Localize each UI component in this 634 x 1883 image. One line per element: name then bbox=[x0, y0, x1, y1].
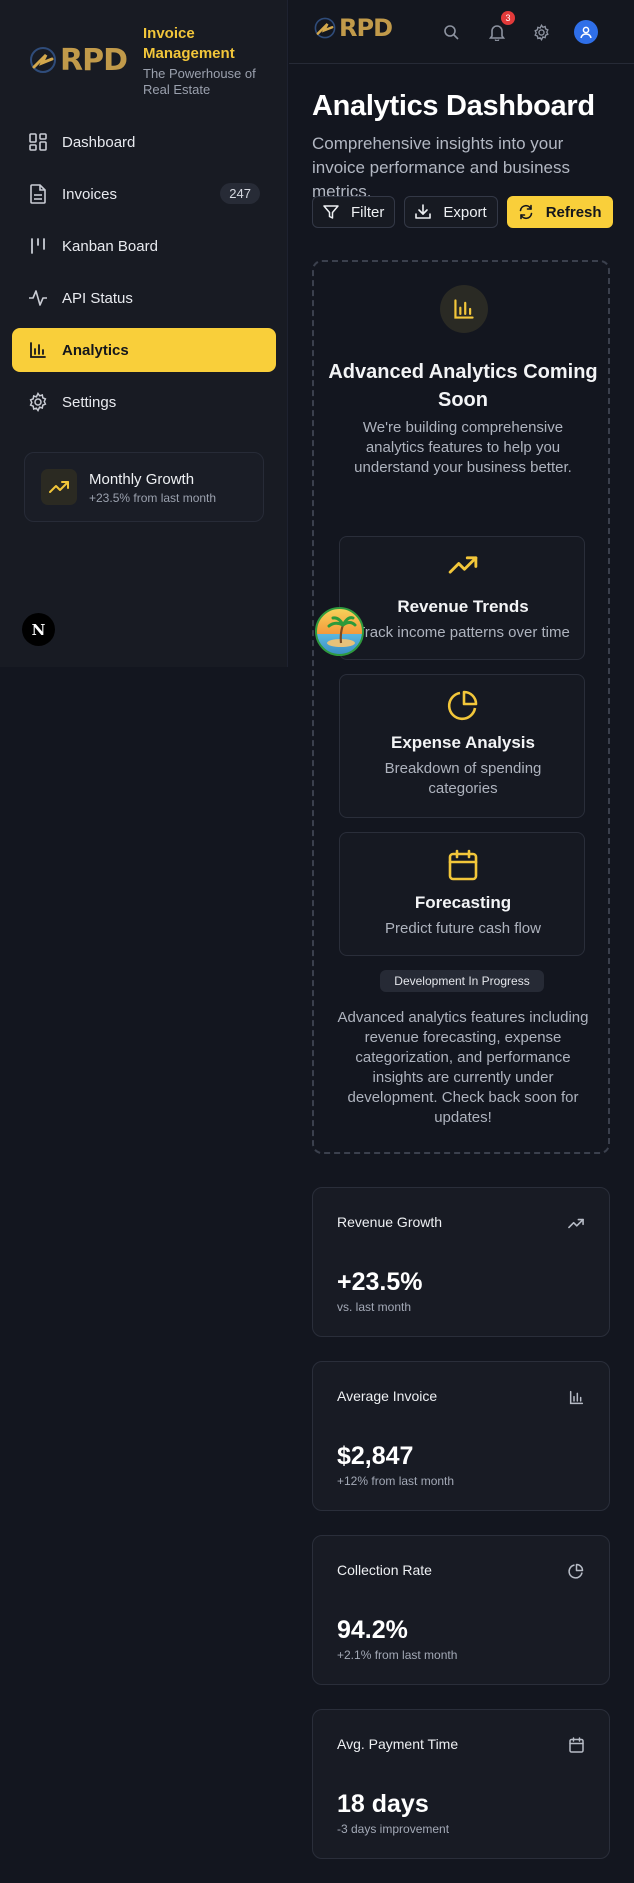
kanban-icon bbox=[28, 236, 48, 256]
bar-chart-icon bbox=[567, 1388, 585, 1406]
rpd-logo: RPD bbox=[28, 24, 128, 96]
stat-card-average-invoice: Average Invoice $2,847 +12% from last mo… bbox=[312, 1361, 610, 1511]
activity-icon bbox=[28, 288, 48, 308]
export-button[interactable]: Export bbox=[404, 196, 498, 228]
page-subtitle: Comprehensive insights into your invoice… bbox=[312, 134, 570, 201]
filter-button-label: Filter bbox=[351, 203, 385, 221]
sidebar-item-invoices[interactable]: Invoices 247 bbox=[12, 172, 276, 216]
refresh-button[interactable]: Refresh bbox=[506, 196, 613, 228]
feature-card-expense-analysis: Expense Analysis Breakdown of spending c… bbox=[339, 674, 585, 818]
topbar: RPD 3 bbox=[289, 0, 634, 64]
gear-icon[interactable] bbox=[529, 20, 553, 44]
stat-card-collection-rate: Collection Rate 94.2% +2.1% from last mo… bbox=[312, 1535, 610, 1685]
coming-soon-panel: Advanced Analytics Coming Soon We're bui… bbox=[312, 260, 610, 1154]
logo-swoosh-icon bbox=[314, 17, 336, 39]
feature-description: Predict future cash flow bbox=[385, 920, 541, 937]
floating-avatar[interactable] bbox=[315, 607, 364, 656]
brand-title: Invoice Management bbox=[143, 25, 235, 62]
calendar-icon bbox=[567, 1736, 585, 1754]
filter-icon bbox=[323, 204, 339, 220]
stat-value: 18 days bbox=[337, 1790, 429, 1818]
sidebar-item-label: Settings bbox=[62, 393, 117, 411]
feature-title: Forecasting bbox=[414, 893, 512, 912]
stat-label: Collection Rate bbox=[337, 1562, 432, 1578]
brand[interactable]: RPD Invoice Management The Powerhouse of… bbox=[28, 24, 256, 97]
download-icon bbox=[415, 204, 432, 220]
stat-label: Avg. Payment Time bbox=[337, 1736, 459, 1752]
logo-text: RPD bbox=[60, 42, 128, 78]
growth-card-subtitle: +23.5% from last month bbox=[89, 491, 217, 505]
action-bar: Filter Export Refresh bbox=[312, 196, 613, 228]
stat-value: 94.2% bbox=[337, 1616, 408, 1644]
sidebar-item-label: Kanban Board bbox=[62, 237, 158, 255]
trending-up-icon bbox=[340, 555, 586, 575]
sidebar-item-label: Analytics bbox=[62, 341, 129, 359]
trending-up-icon bbox=[567, 1214, 585, 1232]
bell-icon[interactable]: 3 bbox=[485, 11, 515, 44]
sidebar-item-dashboard[interactable]: Dashboard bbox=[12, 120, 276, 164]
stat-label: Revenue Growth bbox=[337, 1214, 443, 1230]
stat-subtext: -3 days improvement bbox=[337, 1822, 450, 1836]
stat-card-avg-payment-time: Avg. Payment Time 18 days -3 days improv… bbox=[312, 1709, 610, 1859]
sidebar-nav: Dashboard Invoices 247 Kanban Board API … bbox=[12, 120, 276, 432]
refresh-button-label: Refresh bbox=[545, 203, 602, 221]
sidebar-item-kanban[interactable]: Kanban Board bbox=[12, 224, 276, 268]
invoice-count-badge: 247 bbox=[220, 183, 260, 204]
bar-chart-icon bbox=[28, 340, 48, 360]
sidebar-item-label: Invoices bbox=[62, 185, 118, 203]
feature-card-revenue-trends: Revenue Trends Track income patterns ove… bbox=[339, 536, 585, 660]
refresh-icon bbox=[518, 204, 534, 220]
pie-chart-icon bbox=[340, 689, 586, 721]
coming-soon-title: Advanced Analytics Coming Soon bbox=[328, 361, 598, 411]
feature-title: Revenue Trends bbox=[397, 597, 529, 616]
sidebar-item-label: API Status bbox=[62, 289, 133, 307]
sidebar-item-analytics[interactable]: Analytics bbox=[12, 328, 276, 372]
sidebar-item-settings[interactable]: Settings bbox=[12, 380, 276, 424]
topbar-logo[interactable]: RPD bbox=[313, 14, 393, 42]
feature-description: Track income patterns over time bbox=[356, 624, 570, 641]
stat-card-revenue-growth: Revenue Growth +23.5% vs. last month bbox=[312, 1187, 610, 1337]
export-button-label: Export bbox=[443, 203, 487, 221]
stat-subtext: +2.1% from last month bbox=[337, 1648, 458, 1662]
user-icon bbox=[580, 26, 592, 39]
logo-swoosh-icon bbox=[30, 47, 56, 73]
page-title: Analytics Dashboard bbox=[312, 90, 595, 122]
search-icon[interactable] bbox=[439, 20, 463, 44]
notification-count-badge: 3 bbox=[501, 11, 515, 25]
monthly-growth-card: Monthly Growth +23.5% from last month bbox=[24, 452, 264, 522]
stat-label: Average Invoice bbox=[337, 1388, 438, 1404]
dashboard-icon bbox=[28, 132, 48, 152]
status-badge: Development In Progress bbox=[380, 970, 544, 992]
brand-subtitle: The Powerhouse of Real Estate bbox=[143, 66, 256, 97]
feature-description: Breakdown of spending categories bbox=[384, 760, 542, 797]
stat-value: +23.5% bbox=[337, 1268, 423, 1296]
stat-subtext: +12% from last month bbox=[337, 1474, 455, 1488]
next-badge-button[interactable]: N bbox=[22, 613, 55, 646]
topbar-logo-text: RPD bbox=[339, 14, 393, 42]
sidebar: RPD Invoice Management The Powerhouse of… bbox=[0, 0, 288, 667]
feature-title: Expense Analysis bbox=[391, 733, 535, 752]
trending-up-icon bbox=[41, 469, 77, 505]
feature-card-forecasting: Forecasting Predict future cash flow bbox=[339, 832, 585, 956]
filter-button[interactable]: Filter bbox=[312, 196, 396, 228]
stat-value: $2,847 bbox=[337, 1442, 414, 1470]
gear-icon bbox=[28, 392, 48, 412]
bar-chart-icon bbox=[440, 285, 488, 333]
growth-card-title: Monthly Growth bbox=[89, 471, 195, 488]
stat-subtext: vs. last month bbox=[337, 1300, 412, 1314]
calendar-icon bbox=[340, 849, 586, 881]
pie-chart-icon bbox=[567, 1562, 585, 1580]
coming-soon-description: We're building comprehensive analytics f… bbox=[354, 419, 572, 476]
user-avatar-button[interactable] bbox=[574, 20, 598, 44]
coming-soon-footer: Advanced analytics features including re… bbox=[337, 1009, 589, 1126]
sidebar-item-api-status[interactable]: API Status bbox=[12, 276, 276, 320]
file-text-icon bbox=[28, 184, 48, 204]
sidebar-item-label: Dashboard bbox=[62, 133, 136, 151]
